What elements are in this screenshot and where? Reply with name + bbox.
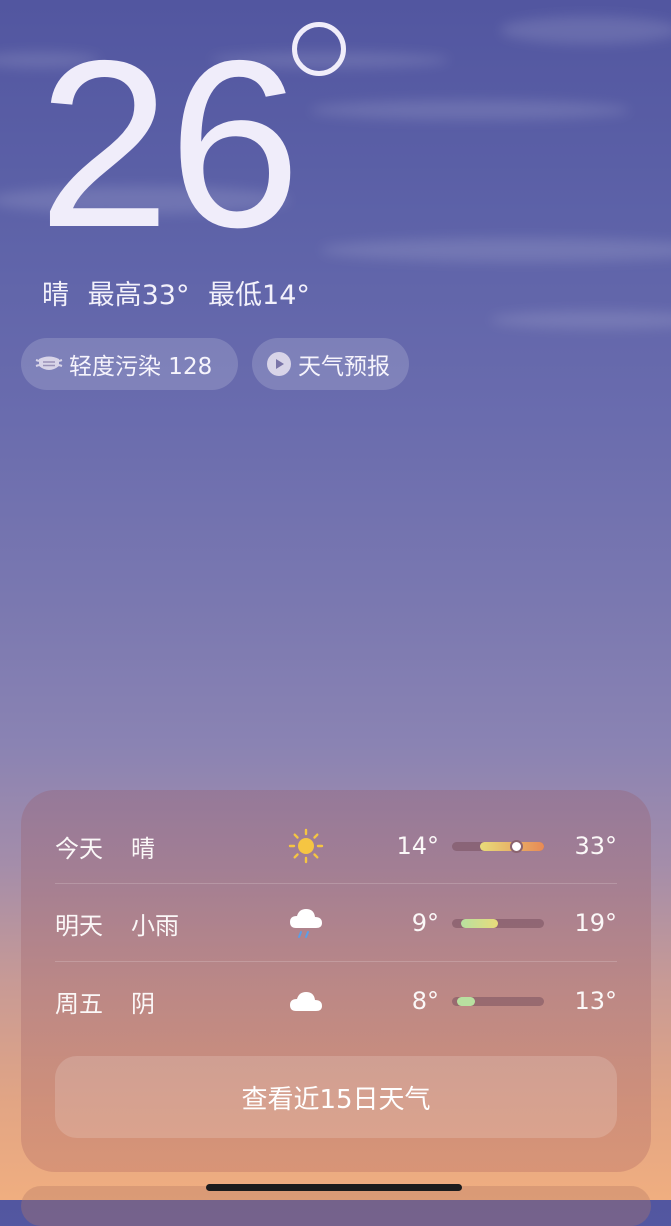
low-temp: 8° bbox=[411, 987, 439, 1015]
next-card-peek bbox=[21, 1186, 651, 1226]
temp-range-bar bbox=[452, 840, 544, 853]
current-temp-marker bbox=[510, 840, 524, 853]
forecast-row-today[interactable]: 今天 晴 14° 33° bbox=[55, 807, 617, 885]
day-label: 明天 bbox=[55, 911, 103, 940]
rain-cloud-icon bbox=[290, 909, 322, 938]
temp-range-fill bbox=[461, 919, 498, 928]
cloud-icon bbox=[290, 992, 322, 1011]
mask-icon bbox=[35, 350, 63, 378]
day-label: 今天 bbox=[55, 834, 103, 863]
condition-label: 小雨 bbox=[131, 911, 179, 940]
current-condition: 晴 bbox=[42, 280, 69, 311]
aqi-label: 轻度污染 128 bbox=[69, 354, 213, 380]
temp-range-fill bbox=[456, 997, 475, 1006]
today-high: 最高33° bbox=[87, 280, 190, 311]
current-summary: 晴 最高33° 最低14° bbox=[42, 276, 310, 316]
day-label: 周五 bbox=[55, 989, 103, 1018]
forecast-row-tomorrow[interactable]: 明天 小雨 9° 19° bbox=[55, 884, 617, 962]
today-low: 最低14° bbox=[208, 280, 310, 311]
forecast-row-friday[interactable]: 周五 阴 8° 13° bbox=[55, 962, 617, 1040]
current-temperature: 26 bbox=[38, 12, 301, 277]
high-temp: 33° bbox=[574, 832, 617, 860]
forecast-video-chip[interactable]: 天气预报 bbox=[252, 338, 409, 390]
aqi-chip[interactable]: 轻度污染 128 bbox=[21, 338, 238, 390]
cta-label: 查看近15日天气 bbox=[241, 1084, 431, 1115]
temp-range-bar bbox=[452, 997, 544, 1006]
high-temp: 19° bbox=[574, 909, 617, 937]
forecast-card: 今天 晴 14° 33° 明天 小雨 9° 19° 周五 阴 8° 13° 查看… bbox=[21, 790, 651, 1172]
forecast-label: 天气预报 bbox=[298, 354, 390, 380]
condition-label: 阴 bbox=[131, 989, 155, 1018]
degree-symbol bbox=[292, 22, 346, 76]
low-temp: 9° bbox=[411, 909, 439, 937]
high-temp: 13° bbox=[574, 987, 617, 1015]
low-temp: 14° bbox=[396, 832, 439, 860]
play-icon bbox=[266, 350, 292, 378]
condition-label: 晴 bbox=[131, 834, 155, 863]
sun-icon bbox=[288, 828, 324, 864]
home-indicator[interactable] bbox=[206, 1184, 462, 1191]
view-15-day-button[interactable]: 查看近15日天气 bbox=[55, 1056, 617, 1138]
temp-range-bar bbox=[452, 919, 544, 928]
temperature-value: 26 bbox=[38, 12, 301, 277]
